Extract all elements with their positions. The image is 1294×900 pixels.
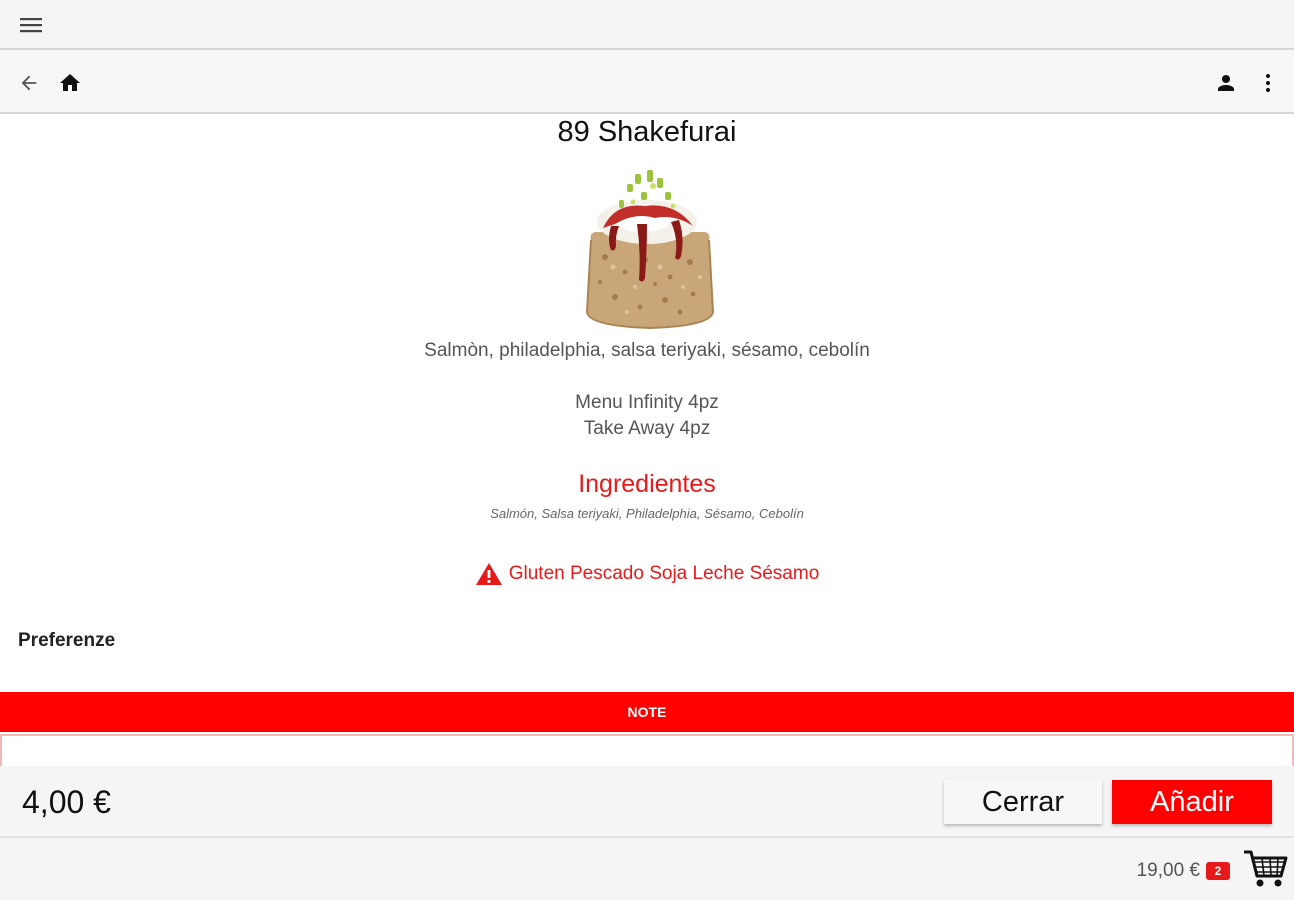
arrow-left-icon[interactable] [16,70,42,96]
ingredients-list: Salmón, Salsa teriyaki, Philadelphia, Sé… [490,506,804,521]
product-price: 4,00 € [22,784,111,820]
shopping-cart-icon[interactable] [1242,848,1288,890]
person-icon[interactable] [1213,70,1239,96]
home-icon[interactable] [57,70,83,96]
cart-count-badge: 2 [1206,862,1230,880]
warning-triangle-icon [475,563,502,585]
top-app-bar [0,0,1294,50]
ingredients-heading: Ingredientes [578,470,716,498]
note-header: NOTE [0,692,1294,732]
product-description: Salmòn, philadelphia, salsa teriyaki, sé… [424,340,870,361]
note-input[interactable] [0,734,1294,766]
cart-total: 19,00 € [1136,860,1200,881]
menu-info-line: Menu Infinity 4pz [575,392,719,413]
allergens-text: Gluten Pescado Soja Leche Sésamo [508,563,820,584]
close-button[interactable]: Cerrar [944,780,1102,824]
product-title: 89 Shakefurai [557,116,737,148]
preferences-label: Preferenze [18,630,116,651]
cart-footer: 19,00 € 2 [0,838,1294,900]
navigation-bar [0,50,1294,114]
hamburger-menu-icon[interactable] [18,14,44,36]
action-bar: 4,00 € Cerrar Añadir [0,766,1294,838]
product-detail: 89 Shakefurai Salmòn, philadelphia, sals… [0,114,1294,766]
add-button[interactable]: Añadir [1112,780,1272,824]
menu-info-line: Take Away 4pz [583,418,711,439]
more-vertical-icon[interactable] [1255,70,1281,96]
allergens-row: Gluten Pescado Soja Leche Sésamo [0,562,1294,586]
menu-info: Menu Infinity 4pz Take Away 4pz [0,390,1294,442]
product-image [585,170,715,330]
